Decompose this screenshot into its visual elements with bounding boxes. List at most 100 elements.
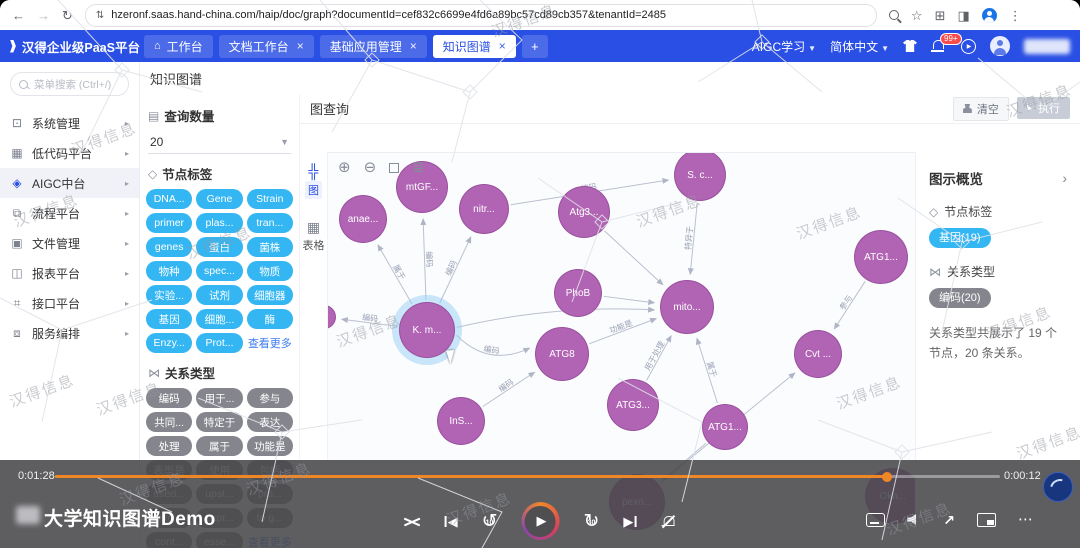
- new-tab-button[interactable]: +: [522, 35, 548, 58]
- fit-view-icon[interactable]: [389, 163, 399, 173]
- video-progress-track[interactable]: [55, 475, 1000, 478]
- next-button[interactable]: ▶: [623, 515, 636, 528]
- node-tag-pill[interactable]: 细胞...: [196, 309, 242, 329]
- theme-icon[interactable]: [903, 40, 917, 52]
- graph-node-atg1r[interactable]: ATG1...: [854, 230, 908, 284]
- node-tag-pill[interactable]: 基因: [146, 309, 192, 329]
- rewind-10-button[interactable]: ↺10: [482, 512, 498, 531]
- overview-node-pill[interactable]: 基因(19): [929, 228, 991, 248]
- sidebar-item-lowcode[interactable]: ▦低代码平台▸: [0, 138, 139, 168]
- aigc-learn-menu[interactable]: AIGC学习▼: [752, 38, 816, 55]
- table-view-icon[interactable]: ▦: [307, 220, 320, 234]
- relation-tag-pill[interactable]: 共同...: [146, 412, 192, 432]
- relation-tag-pill[interactable]: 功能是: [247, 436, 293, 456]
- menu-search-input[interactable]: 菜单搜索 (Ctrl+/): [10, 72, 129, 96]
- close-tab-icon[interactable]: ×: [410, 39, 417, 53]
- video-scrubber[interactable]: [882, 472, 892, 482]
- node-tag-pill[interactable]: Strain: [247, 189, 293, 209]
- tab-workbench[interactable]: ⌂工作台: [144, 35, 213, 58]
- sidebar-item-aigc[interactable]: ◈AIGC中台▸: [0, 168, 139, 198]
- zoom-out-icon[interactable]: ⊖: [364, 160, 377, 175]
- sidebar-item-file[interactable]: ▣文件管理▸: [0, 228, 139, 258]
- sidebar-item-interface[interactable]: ⌗接口平台▸: [0, 288, 139, 318]
- bell-off-icon[interactable]: [660, 514, 676, 529]
- close-tab-icon[interactable]: ×: [499, 39, 506, 53]
- node-tag-pill[interactable]: 实验...: [146, 285, 192, 305]
- graph-node-atg3b[interactable]: ATG3...: [607, 379, 659, 431]
- relation-tag-pill[interactable]: 处理: [146, 436, 192, 456]
- graph-node-ins[interactable]: InS...: [437, 397, 485, 445]
- picture-in-picture-icon[interactable]: [977, 513, 996, 527]
- close-tab-icon[interactable]: ×: [297, 39, 304, 53]
- node-tag-pill[interactable]: primer: [146, 213, 192, 233]
- query-count-select[interactable]: 20 ▼: [148, 131, 291, 154]
- shuffle-icon[interactable]: [404, 515, 421, 528]
- node-tag-pill[interactable]: tran...: [247, 213, 293, 233]
- chevron-right-icon[interactable]: ›: [1062, 170, 1067, 186]
- sidebar-item-system[interactable]: ⊡系统管理▸: [0, 108, 139, 138]
- reload-icon[interactable]: ↻: [62, 9, 73, 22]
- node-tag-pill[interactable]: 蛋白: [196, 237, 242, 257]
- more-options-icon[interactable]: ⋯: [1018, 512, 1034, 527]
- node-tag-pill[interactable]: 菌株: [247, 237, 293, 257]
- node-tag-pill[interactable]: 物质: [247, 261, 293, 281]
- node-tag-pill[interactable]: plas...: [196, 213, 242, 233]
- relation-tag-pill[interactable]: 参与: [247, 388, 293, 408]
- node-tag-pill[interactable]: DNA...: [146, 189, 192, 209]
- node-tag-pill[interactable]: 试剂: [196, 285, 242, 305]
- node-tag-pill[interactable]: Gene: [196, 189, 242, 209]
- language-menu[interactable]: 简体中文▼: [830, 38, 889, 55]
- node-tag-pill[interactable]: spec...: [196, 261, 242, 281]
- bookmark-star-icon[interactable]: ☆: [911, 9, 923, 22]
- sidebar-item-report[interactable]: ◫报表平台▸: [0, 258, 139, 288]
- sidebar-item-process[interactable]: ⧉流程平台▸: [0, 198, 139, 228]
- node-tag-pill[interactable]: 物种: [146, 261, 192, 281]
- previous-button[interactable]: ◀: [445, 515, 458, 528]
- extensions-icon[interactable]: ⊞: [935, 9, 946, 22]
- forward-icon[interactable]: →: [37, 9, 50, 22]
- tab-knowledge-graph[interactable]: 知识图谱×: [433, 35, 516, 58]
- notifications-bell-icon[interactable]: 99+: [931, 38, 947, 54]
- layout-icon[interactable]: ≣: [412, 160, 425, 175]
- fullscreen-icon[interactable]: ↗: [943, 513, 955, 527]
- play-button[interactable]: ▶: [522, 502, 560, 540]
- relation-tag-pill[interactable]: 属于: [196, 436, 242, 456]
- relation-tag-pill[interactable]: 特定于: [196, 412, 242, 432]
- node-tag-pill[interactable]: Enzy...: [146, 333, 192, 353]
- node-tag-pill[interactable]: genes: [146, 237, 192, 257]
- graph-node-km[interactable]: K. m...: [399, 302, 455, 358]
- subtitles-icon[interactable]: [866, 513, 885, 527]
- zoom-in-icon[interactable]: ⊕: [338, 160, 351, 175]
- relation-tag-pill[interactable]: 用于...: [196, 388, 242, 408]
- overview-relation-pill[interactable]: 编码(20): [929, 288, 991, 308]
- run-button[interactable]: ▶ 执行: [1017, 97, 1070, 119]
- side-panel-icon[interactable]: ◨: [957, 9, 969, 22]
- user-avatar[interactable]: [990, 36, 1010, 56]
- volume-icon[interactable]: [907, 514, 921, 526]
- forward-30-button[interactable]: ↻30: [584, 512, 600, 531]
- graph-node-atg3t[interactable]: Atg3...: [558, 186, 610, 238]
- graph-node-phob[interactable]: PhoB: [554, 269, 602, 317]
- tab-base-app-management[interactable]: 基础应用管理×: [320, 35, 427, 58]
- graph-query-input[interactable]: [300, 124, 1080, 153]
- graph-node-nitr[interactable]: nitr...: [459, 184, 509, 234]
- graph-node-mito[interactable]: mito...: [660, 280, 714, 334]
- node-tag-pill[interactable]: Prot...: [196, 333, 242, 353]
- view-more-node-tags[interactable]: 查看更多: [247, 333, 293, 353]
- graph-node-atg8[interactable]: ATG8: [535, 327, 589, 381]
- clear-button[interactable]: 清空: [953, 97, 1009, 121]
- graph-view-icon[interactable]: ╬: [309, 164, 319, 178]
- table-view-tab[interactable]: 表格: [303, 237, 325, 253]
- graph-node-anae[interactable]: anae...: [339, 195, 387, 243]
- graph-node-atg1b[interactable]: ATG1...: [702, 404, 748, 450]
- graph-node-cvt[interactable]: Cvt ...: [794, 330, 842, 378]
- guide-play-icon[interactable]: ▶: [961, 39, 976, 54]
- menu-dots-icon[interactable]: ⋮: [1009, 9, 1022, 22]
- tab-doc-workbench[interactable]: 文档工作台×: [219, 35, 314, 58]
- node-tag-pill[interactable]: 细胞器: [247, 285, 293, 305]
- site-settings-icon[interactable]: ⇅: [96, 10, 104, 21]
- sidebar-item-orchestration[interactable]: ⧈服务编排▸: [0, 318, 139, 348]
- profile-icon[interactable]: [982, 8, 997, 23]
- back-icon[interactable]: ←: [12, 9, 25, 22]
- zoom-icon[interactable]: [889, 10, 899, 20]
